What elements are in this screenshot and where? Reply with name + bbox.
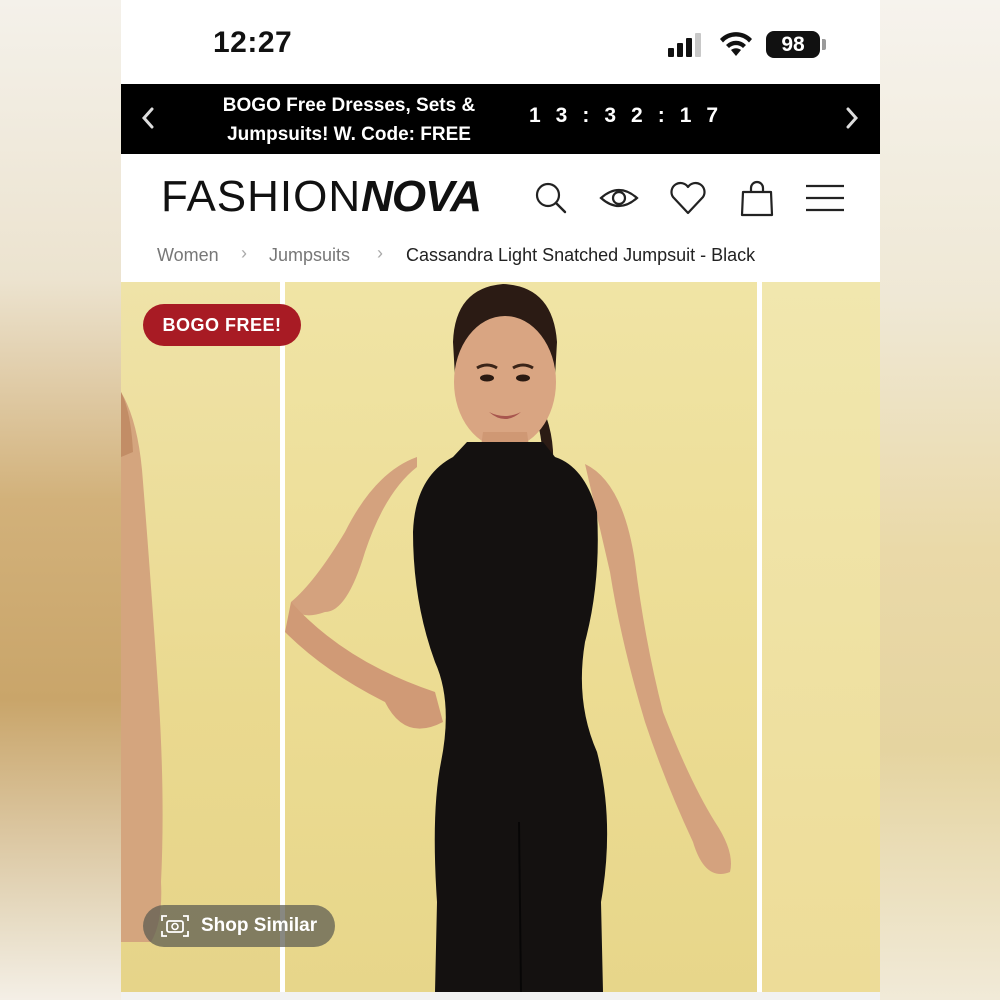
bogo-free-badge: BOGO FREE!: [143, 304, 301, 346]
promo-line-1: BOGO Free Dresses, Sets &: [222, 95, 476, 116]
promo-line-2: Jumpsuits! W. Code: FREE: [227, 124, 471, 145]
page-divider: [121, 992, 880, 1000]
chevron-right-icon[interactable]: [843, 103, 861, 139]
chevron-right-icon: ›: [377, 243, 383, 263]
breadcrumb: Women › Jumpsuits › Cassandra Light Snat…: [121, 240, 880, 282]
chevron-right-icon: ›: [241, 243, 247, 263]
product-image-next[interactable]: [762, 282, 880, 992]
heart-icon[interactable]: [668, 178, 708, 218]
battery-tip: [822, 39, 826, 50]
cellular-signal-icon: [668, 33, 708, 57]
shop-similar-button[interactable]: Shop Similar: [143, 905, 335, 947]
status-bar: 12:27 98: [121, 0, 880, 84]
breadcrumb-jumpsuits[interactable]: Jumpsuits: [269, 245, 350, 266]
phone-screen: 12:27 98 BOGO Free Dresses, Sets & Jumps…: [121, 0, 880, 1000]
product-image-gallery[interactable]: BOGO FREE! Shop Similar: [121, 282, 880, 992]
chevron-left-icon[interactable]: [139, 103, 157, 139]
menu-icon[interactable]: [805, 178, 845, 218]
search-icon[interactable]: [531, 178, 571, 218]
blurred-backdrop-right: [880, 0, 1000, 1000]
logo-light-text: FASHION: [161, 172, 362, 221]
breadcrumb-women[interactable]: Women: [157, 245, 219, 266]
fashion-nova-logo[interactable]: FASHIONNOVA: [161, 172, 482, 222]
eye-icon[interactable]: [599, 178, 639, 218]
model-photo: [285, 284, 731, 992]
promo-banner[interactable]: BOGO Free Dresses, Sets & Jumpsuits! W. …: [121, 84, 880, 154]
site-header: FASHIONNOVA: [121, 154, 880, 240]
logo-bold-text: NOVA: [361, 172, 482, 221]
breadcrumb-current-product: Cassandra Light Snatched Jumpsuit - Blac…: [406, 245, 756, 265]
promo-countdown: 13:32:17: [529, 104, 734, 127]
promo-text: BOGO Free Dresses, Sets & Jumpsuits! W. …: [199, 91, 499, 149]
wifi-icon: [720, 32, 752, 56]
battery-indicator: 98: [766, 31, 820, 58]
camera-icon: [161, 915, 189, 937]
status-time: 12:27: [213, 26, 293, 59]
product-image-previous[interactable]: [121, 282, 280, 992]
blurred-backdrop-left: [0, 0, 121, 1000]
shop-similar-label: Shop Similar: [201, 915, 318, 936]
shopping-bag-icon[interactable]: [737, 178, 777, 218]
product-image-main[interactable]: [285, 282, 757, 992]
